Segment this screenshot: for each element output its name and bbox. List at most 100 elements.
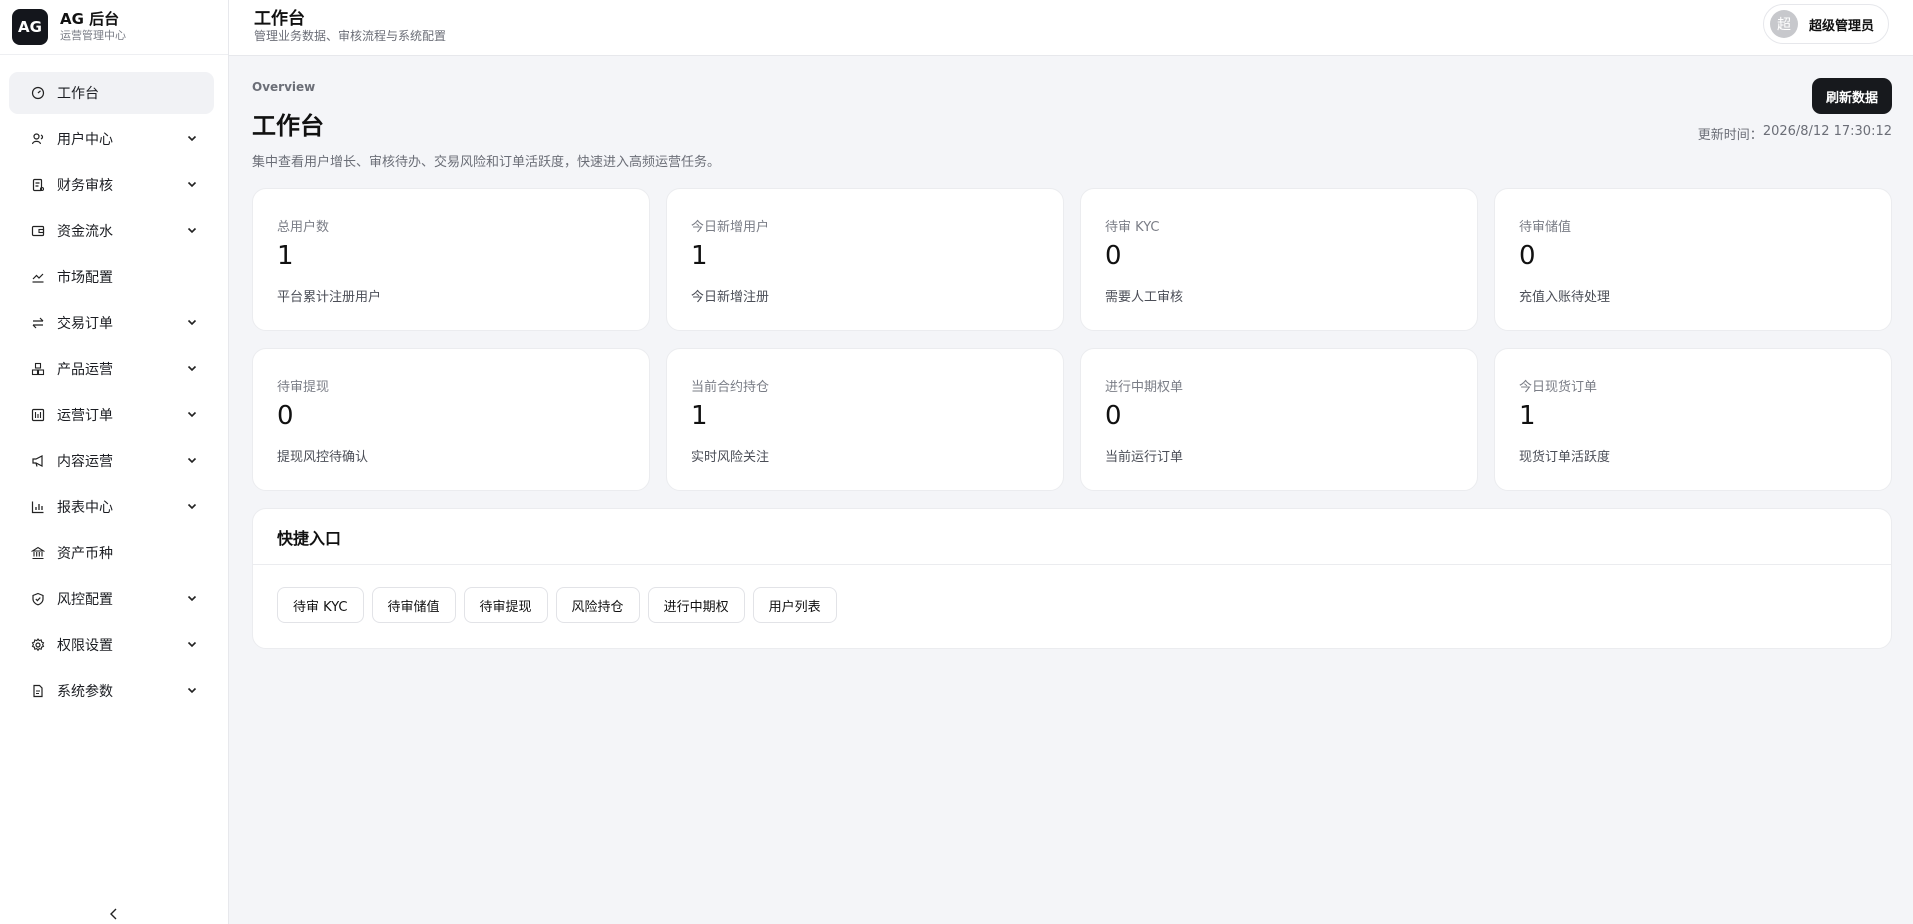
avatar: 超	[1769, 10, 1798, 38]
chevron-down-icon[interactable]	[186, 316, 198, 328]
brand-title: AG 后台	[60, 10, 120, 28]
megaphone-icon	[31, 454, 45, 468]
page-title: 工作台	[252, 112, 324, 140]
update-time-label: 更新时间：	[1697, 128, 1763, 143]
stat-note: 今日新增注册	[691, 290, 770, 305]
header-title: 工作台	[254, 9, 305, 29]
stat-label: 总用户数	[277, 220, 330, 235]
stat-note: 现货订单活跃度	[1519, 450, 1611, 465]
chart-line-icon	[31, 270, 45, 284]
sidebar-nav: 工作台用户中心 财务审核 资金流水 市场配置 交易订单 产品运营 运营订单 内容运营 报表中心资…	[0, 55, 228, 712]
chevron-down-icon[interactable]	[186, 500, 198, 512]
sidebar-item[interactable]: 工作台	[9, 72, 214, 114]
sidebar-item[interactable]: 资金流水	[9, 210, 214, 252]
boxes-icon	[31, 362, 45, 376]
page-description: 集中查看用户增长、审核待办、交易风险和订单活跃度，快速进入高频运营任务。	[252, 155, 721, 170]
orders-icon	[31, 408, 45, 422]
page-eyebrow: Overview	[252, 80, 316, 94]
chevron-down-icon[interactable]	[186, 224, 198, 236]
update-time-value: 2026/8/12 17:30:12	[1762, 124, 1892, 139]
quick-link-button[interactable]: 风险持仓	[555, 587, 640, 623]
main-content: Overview 工作台 集中查看用户增长、审核待办、交易风险和订单活跃度，快速…	[229, 56, 1913, 924]
sidebar-item[interactable]: 风控配置	[9, 578, 214, 620]
sidebar-item[interactable]: 用户中心	[9, 118, 214, 160]
quick-link-button[interactable]: 用户列表	[752, 587, 837, 623]
sidebar-item[interactable]: 运营订单	[9, 394, 214, 436]
stat-label: 今日新增用户	[691, 220, 770, 235]
sidebar-item[interactable]: 资产币种	[9, 532, 214, 574]
chevron-down-icon[interactable]	[186, 362, 198, 374]
header-subtitle: 管理业务数据、审核流程与系统配置	[254, 29, 447, 43]
sidebar-item-label: 资产币种	[57, 546, 113, 562]
user-menu[interactable]: 超 超级管理员	[1762, 4, 1889, 44]
brand-logo: AG	[12, 9, 48, 45]
stat-label: 待审提现	[277, 380, 330, 395]
update-time: 更新时间： 2026/8/12 17:30:12	[1698, 124, 1892, 143]
refresh-button[interactable]: 刷新数据	[1811, 78, 1892, 114]
stat-card: 总用户数 1 平台累计注册用户	[252, 188, 650, 331]
quick-access-title: 快捷入口	[253, 509, 1891, 565]
sidebar-collapse-button[interactable]	[104, 904, 124, 924]
user-name: 超级管理员	[1808, 18, 1874, 34]
shield-icon	[31, 592, 45, 606]
swap-icon	[31, 316, 45, 330]
stat-note: 需要人工审核	[1105, 290, 1184, 305]
quick-link-button[interactable]: 待审储值	[371, 587, 456, 623]
sidebar-item[interactable]: 产品运营	[9, 348, 214, 390]
quick-link-button[interactable]: 待审提现	[463, 587, 548, 623]
gear-icon	[31, 638, 45, 652]
wallet-icon	[31, 224, 45, 238]
stat-value: 1	[1519, 401, 1536, 431]
stat-value: 1	[277, 241, 294, 271]
stat-label: 待审储值	[1519, 220, 1572, 235]
sidebar-item[interactable]: 财务审核	[9, 164, 214, 206]
stat-note: 充值入账待处理	[1519, 290, 1611, 305]
sidebar-item[interactable]: 内容运营	[9, 440, 214, 482]
dashboard-icon	[31, 86, 45, 100]
stat-label: 进行中期权单	[1105, 380, 1184, 395]
stat-note: 当前运行订单	[1105, 450, 1184, 465]
sidebar-item[interactable]: 市场配置	[9, 256, 214, 298]
bank-icon	[31, 546, 45, 560]
stat-label: 待审 KYC	[1105, 220, 1160, 235]
sidebar-item[interactable]: 权限设置	[9, 624, 214, 666]
chevron-down-icon[interactable]	[186, 454, 198, 466]
quick-access-links: 待审 KYC 待审储值 待审提现 风险持仓 进行中期权 用户列表	[253, 565, 1891, 623]
sidebar-item[interactable]: 系统参数	[9, 670, 214, 712]
stat-card: 待审 KYC 0 需要人工审核	[1080, 188, 1478, 331]
receipt-icon	[31, 178, 45, 192]
sidebar-item[interactable]: 交易订单	[9, 302, 214, 344]
stat-value: 0	[1105, 401, 1122, 431]
stat-value: 0	[277, 401, 294, 431]
users-icon	[31, 132, 45, 146]
stat-card: 待审提现 0 提现风控待确认	[252, 348, 650, 491]
stat-label: 今日现货订单	[1519, 380, 1598, 395]
chevron-down-icon[interactable]	[186, 178, 198, 190]
bar-chart-icon	[31, 500, 45, 514]
chevron-down-icon[interactable]	[186, 408, 198, 420]
stat-value: 0	[1105, 241, 1122, 271]
quick-link-button[interactable]: 待审 KYC	[277, 587, 364, 623]
stat-value: 1	[691, 241, 708, 271]
stat-card: 进行中期权单 0 当前运行订单	[1080, 348, 1478, 491]
stat-label: 当前合约持仓	[691, 380, 770, 395]
brand-subtitle: 运营管理中心	[60, 29, 126, 42]
stat-value: 1	[691, 401, 708, 431]
sidebar-item-label: 工作台	[57, 86, 99, 102]
stat-card: 今日新增用户 1 今日新增注册	[666, 188, 1064, 331]
file-icon	[31, 684, 45, 698]
stat-card: 当前合约持仓 1 实时风险关注	[666, 348, 1064, 491]
chevron-down-icon[interactable]	[186, 638, 198, 650]
sidebar: AG AG 后台 运营管理中心 工作台用户中心 财务审核 资金流水 市场配置 交易订单产…	[0, 0, 229, 924]
brand[interactable]: AG AG 后台 运营管理中心	[0, 0, 228, 55]
chevron-down-icon[interactable]	[186, 684, 198, 696]
chevron-down-icon[interactable]	[186, 132, 198, 144]
stat-note: 提现风控待确认	[277, 450, 369, 465]
chevron-left-icon	[109, 905, 119, 924]
chevron-down-icon[interactable]	[186, 592, 198, 604]
sidebar-item[interactable]: 报表中心	[9, 486, 214, 528]
topbar: 工作台 管理业务数据、审核流程与系统配置 超 超级管理员	[229, 0, 1913, 56]
quick-link-button[interactable]: 进行中期权	[647, 587, 745, 623]
stat-card: 今日现货订单 1 现货订单活跃度	[1494, 348, 1892, 491]
stat-card: 待审储值 0 充值入账待处理	[1494, 188, 1892, 331]
